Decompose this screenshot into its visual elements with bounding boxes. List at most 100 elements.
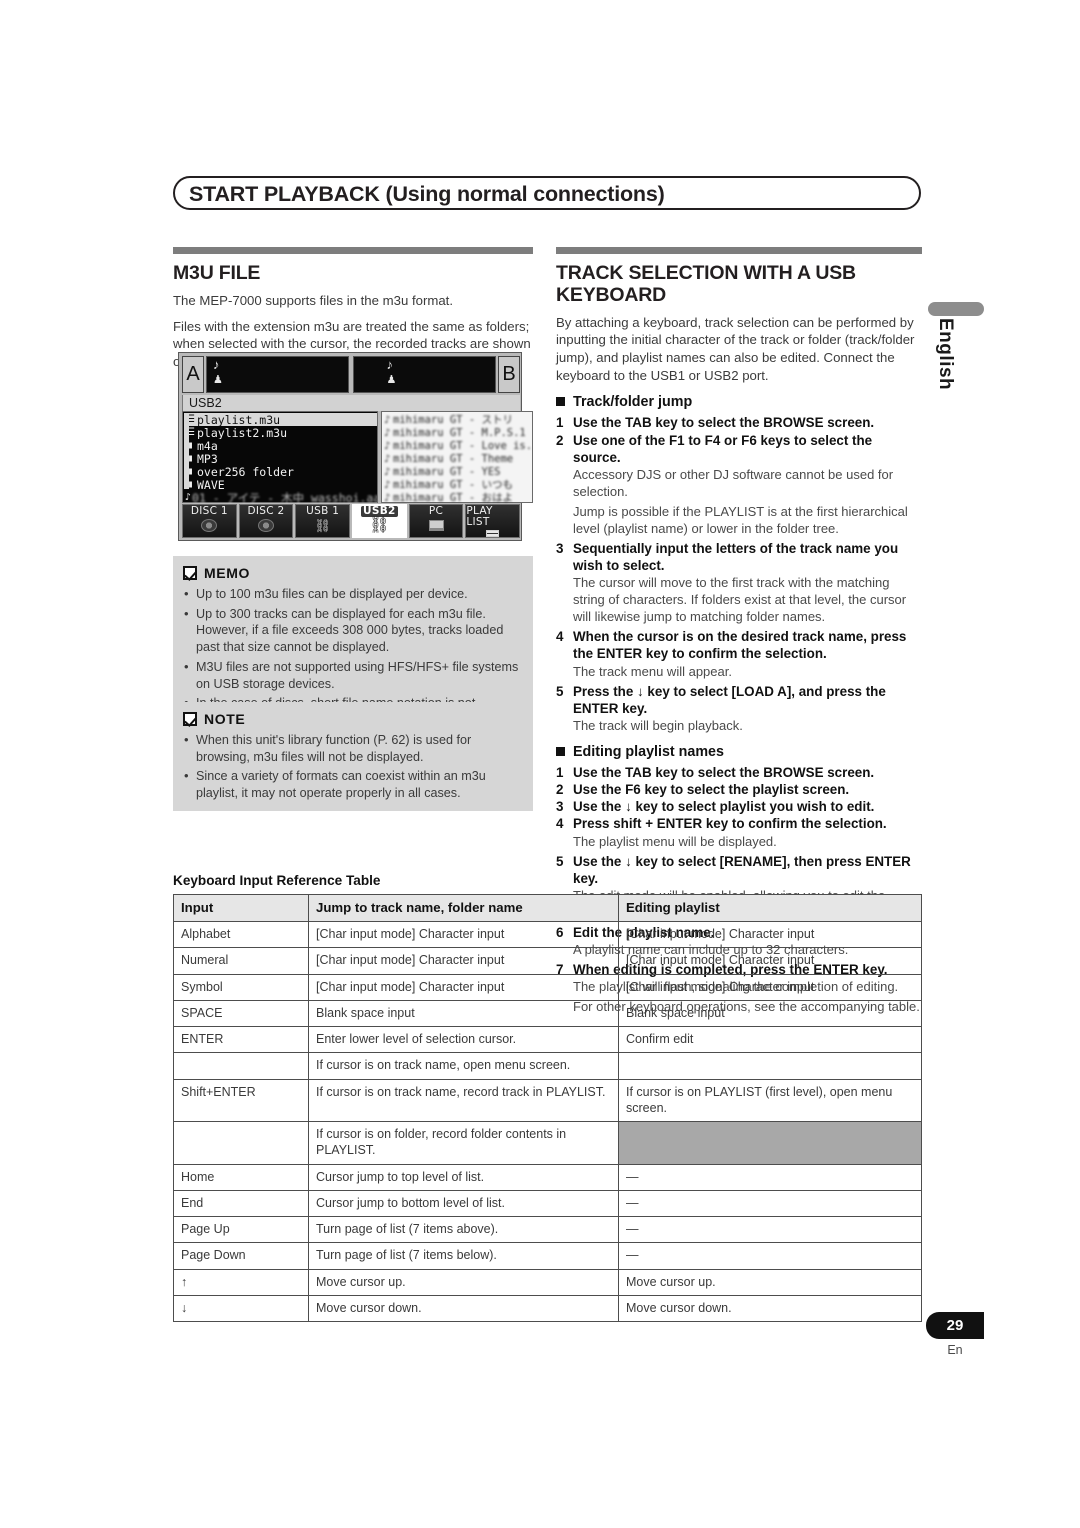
device-track-row[interactable]: ♪ mihimaru GT - Love is. bbox=[384, 439, 532, 452]
step-note: The cursor will move to the first track … bbox=[573, 575, 907, 625]
table-row: Shift+ENTER If cursor is on track name, r… bbox=[173, 1078, 922, 1123]
deck-a-label: A bbox=[182, 356, 204, 393]
table-row: Page Down Turn page of list (7 items belo… bbox=[173, 1242, 922, 1270]
table-cell-input: ↑ bbox=[173, 1268, 309, 1296]
step-text: Press the ↓ key to select [LOAD A], and … bbox=[573, 683, 886, 716]
deck-a-display: ♪ ♟ bbox=[206, 356, 349, 393]
table-cell-input bbox=[173, 1052, 309, 1080]
memo-list-item: Up to 100 m3u files can be displayed per… bbox=[183, 585, 523, 603]
table-row: ↑ Move cursor up. Move cursor up. bbox=[173, 1268, 922, 1296]
usb-icon: ⛓ bbox=[314, 518, 331, 533]
device-source-tab-label: DISC 1 bbox=[190, 505, 228, 517]
person-icon: ♟ bbox=[386, 374, 397, 386]
device-source-tabs[interactable]: DISC 1 DISC 2 USB 1 ⛓ USB2 ⛓ PC PLAY LIST bbox=[182, 504, 521, 538]
device-file-row[interactable]: ▮ WAVE bbox=[185, 478, 377, 491]
device-source-tab-pc[interactable]: PC bbox=[408, 504, 464, 538]
table-row: End Cursor jump to bottom level of list. — bbox=[173, 1189, 922, 1218]
table-cell-edit: Move cursor down. bbox=[618, 1294, 922, 1323]
table-header-cell: Input bbox=[173, 893, 309, 923]
square-bullet-icon bbox=[556, 397, 565, 407]
note-list-item: When this unit's library function (P. 62… bbox=[183, 731, 523, 765]
monitor-icon bbox=[428, 520, 444, 531]
device-track-name: mihimaru GT - おはよ bbox=[393, 492, 514, 504]
deck-b-label: B bbox=[498, 356, 520, 393]
step-item: 3 Use the ↓ key to select playlist you wi… bbox=[556, 798, 922, 815]
device-file-row[interactable]: ▮ m4a bbox=[185, 439, 377, 452]
step-text: Use one of the F1 to F4 or F6 keys to se… bbox=[573, 432, 873, 465]
table-header-cell: Editing playlist bbox=[618, 893, 922, 923]
step-note: The track menu will appear. bbox=[573, 663, 732, 679]
table-row: SPACE Blank space input Blank space input bbox=[173, 999, 922, 1028]
step-item: 2 Use one of the F1 to F4 or F6 keys to s… bbox=[556, 432, 922, 466]
device-source-tab-label: PLAY LIST bbox=[466, 505, 493, 528]
step-number: 1 bbox=[556, 415, 564, 431]
music-note-icon: ♪ bbox=[384, 452, 391, 465]
step-number: 1 bbox=[556, 764, 564, 780]
step-item: 5 Press the ↓ key to select [LOAD A], and… bbox=[556, 683, 922, 717]
device-file-row[interactable]: ▮ MP3 bbox=[185, 452, 377, 465]
step-text: Use the TAB key to select the BROWSE scr… bbox=[573, 415, 875, 431]
music-note-icon: ♪ bbox=[384, 491, 391, 504]
step-text: Press shift + ENTER key to confirm the s… bbox=[573, 816, 887, 832]
device-file-row[interactable]: ☰ playlist2.m3u bbox=[185, 426, 377, 439]
memo-title: MEMO bbox=[204, 565, 250, 581]
track-icon: ♪ bbox=[185, 492, 192, 503]
device-file-name: playlist2.m3u bbox=[197, 426, 288, 439]
device-track-row[interactable]: ♪ mihimaru GT - おはよ bbox=[384, 491, 532, 505]
device-track-row[interactable]: ♪ mihimaru GT - いつも bbox=[384, 478, 532, 492]
check-icon bbox=[183, 566, 197, 580]
note-title-row: NOTE bbox=[183, 711, 523, 727]
table-cell-input: Shift+ENTER bbox=[173, 1078, 309, 1123]
step-text: Use the ↓ key to select playlist you wis… bbox=[573, 799, 875, 815]
table-row: If cursor is on folder, record folder co… bbox=[173, 1121, 922, 1165]
device-track-name: mihimaru GT - M.P.S.1 bbox=[393, 426, 526, 439]
table-cell-jump: Cursor jump to top level of list. bbox=[308, 1163, 619, 1191]
device-track-row[interactable]: ♪ mihimaru GT - M.P.S.1 bbox=[384, 426, 532, 439]
device-track-row[interactable]: ♪ mihimaru GT - Theme bbox=[384, 452, 532, 465]
device-screen-illustration: A ♪ ♟ ♪ ♟ B USB2 ☰ playlist.m3u ☰ playlist2… bbox=[178, 352, 534, 541]
table-row: Symbol [Char input mode] Character input[… bbox=[173, 973, 922, 1001]
keyboard-input-reference-table: Input Jump to track name, folder name Edit… bbox=[173, 893, 922, 1323]
table-row: If cursor is on track name, open menu sc… bbox=[173, 1052, 922, 1080]
device-file-row[interactable]: ☰ playlist.m3u bbox=[185, 413, 377, 426]
table-header-cell: Jump to track name, folder name bbox=[308, 893, 619, 923]
table-cell-edit: — bbox=[618, 1216, 922, 1244]
step-note: The track will begin playback. bbox=[573, 717, 743, 733]
device-file-name: m4a bbox=[197, 439, 218, 452]
deck-b-display: ♪ ♟ bbox=[353, 356, 496, 393]
step-number: 3 bbox=[556, 799, 564, 815]
note-box: NOTE When this unit's library function (… bbox=[173, 702, 533, 811]
music-note-icon: ♪ bbox=[213, 357, 220, 372]
step-item: 3 Sequentially input the letters of the t… bbox=[556, 540, 922, 574]
section-rule-left bbox=[173, 247, 533, 254]
device-file-list[interactable]: ☰ playlist.m3u ☰ playlist2.m3u ▮ m4a ▮ MP3 ▮ over… bbox=[182, 411, 378, 504]
table-cell-edit: — bbox=[618, 1242, 922, 1270]
table-cell-input: End bbox=[173, 1189, 309, 1218]
section-title-keyboard: TRACK SELECTION WITH A USB KEYBOARD bbox=[556, 262, 856, 306]
device-deck-bar: A ♪ ♟ ♪ ♟ B bbox=[182, 356, 520, 393]
step-item: 1 Use the TAB key to select the BROWSE sc… bbox=[556, 414, 922, 431]
device-track-row[interactable]: ♪ mihimaru GT - YES bbox=[384, 465, 532, 478]
device-source-tab-play-list[interactable]: PLAY LIST bbox=[465, 504, 521, 538]
device-source-tab-disc-2[interactable]: DISC 2 bbox=[238, 504, 294, 538]
device-source-tab-disc-1[interactable]: DISC 1 bbox=[182, 504, 237, 538]
device-source-tab-usb2[interactable]: USB2 ⛓ bbox=[352, 504, 407, 538]
note-list-item: Since a variety of formats can coexist w… bbox=[183, 767, 523, 801]
table-cell-jump: Turn page of list (7 items above). bbox=[308, 1216, 619, 1244]
device-track-list[interactable]: ♪ mihimaru GT - ストリ ♪ mihimaru GT - M.P.S.1… bbox=[381, 411, 534, 505]
device-track-name: mihimaru GT - いつも bbox=[393, 479, 514, 491]
device-source-tab-usb-1[interactable]: USB 1 ⛓ bbox=[295, 504, 351, 538]
table-cell-input bbox=[173, 1121, 309, 1165]
table-cell-input: Home bbox=[173, 1163, 309, 1191]
step-text: Use the TAB key to select the BROWSE scr… bbox=[573, 764, 875, 780]
step-number: 2 bbox=[556, 432, 564, 448]
device-track-row[interactable]: ♪ mihimaru GT - ストリ bbox=[384, 413, 532, 427]
subheading-editing-playlist-names: Editing playlist names bbox=[556, 744, 922, 760]
table-cell-input: Page Down bbox=[173, 1242, 309, 1270]
page-language-code: En bbox=[947, 1343, 963, 1357]
step-number: 3 bbox=[556, 540, 564, 556]
device-file-row[interactable]: ▮ over256_folder bbox=[185, 465, 377, 478]
device-file-row[interactable]: ♪ 01 - アイテ - 木中 wasshoi.aac bbox=[185, 491, 377, 504]
running-header: START PLAYBACK (Using normal connections… bbox=[173, 176, 921, 210]
music-note-icon: ♪ bbox=[384, 465, 391, 478]
